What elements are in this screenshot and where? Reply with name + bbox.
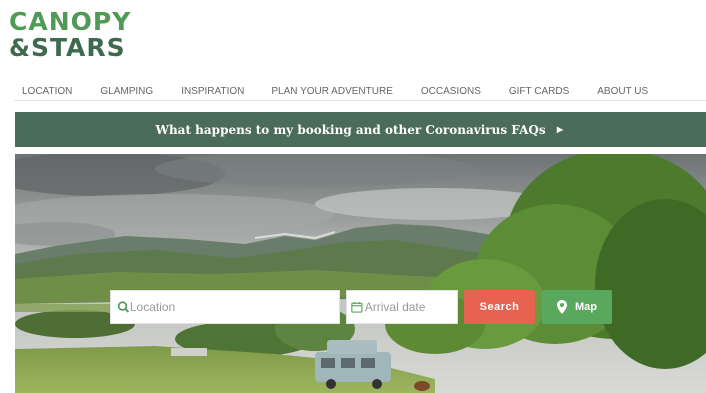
nav-about-us[interactable]: ABOUT US: [597, 86, 648, 97]
play-arrow-icon: ►: [554, 123, 566, 136]
main-nav: LOCATION GLAMPING INSPIRATION PLAN YOUR …: [14, 81, 706, 101]
map-button-label: Map: [575, 301, 597, 313]
calendar-icon: [351, 301, 363, 313]
nav-occasions[interactable]: OCCASIONS: [421, 86, 481, 97]
brand-logo[interactable]: CANOPY &STARS: [9, 7, 132, 62]
banner-text: What happens to my booking and other Cor…: [155, 122, 546, 137]
logo-line-2: &STARS: [9, 33, 131, 62]
nav-gift-cards[interactable]: GIFT CARDS: [509, 86, 569, 97]
search-button[interactable]: Search: [464, 290, 535, 324]
arrival-date-input[interactable]: [364, 300, 457, 314]
arrival-date-field[interactable]: [346, 290, 458, 324]
logo-line-1: CANOPY: [9, 7, 132, 36]
nav-location[interactable]: LOCATION: [22, 86, 72, 97]
logo-ampersand: &: [9, 34, 31, 62]
location-field[interactable]: [110, 290, 340, 324]
logo-stars: STARS: [30, 33, 126, 62]
coronavirus-faq-banner[interactable]: What happens to my booking and other Cor…: [15, 112, 706, 147]
nav-inspiration[interactable]: INSPIRATION: [181, 86, 244, 97]
map-button[interactable]: Map: [542, 290, 612, 324]
hero-image: [15, 154, 706, 393]
location-input[interactable]: [129, 300, 339, 314]
nav-plan-your-adventure[interactable]: PLAN YOUR ADVENTURE: [271, 86, 393, 97]
search-icon: [117, 301, 130, 313]
nav-glamping[interactable]: GLAMPING: [100, 86, 153, 97]
map-pin-icon: [557, 300, 567, 314]
landscape-illustration: [15, 154, 706, 393]
nav-divider: [14, 100, 706, 101]
